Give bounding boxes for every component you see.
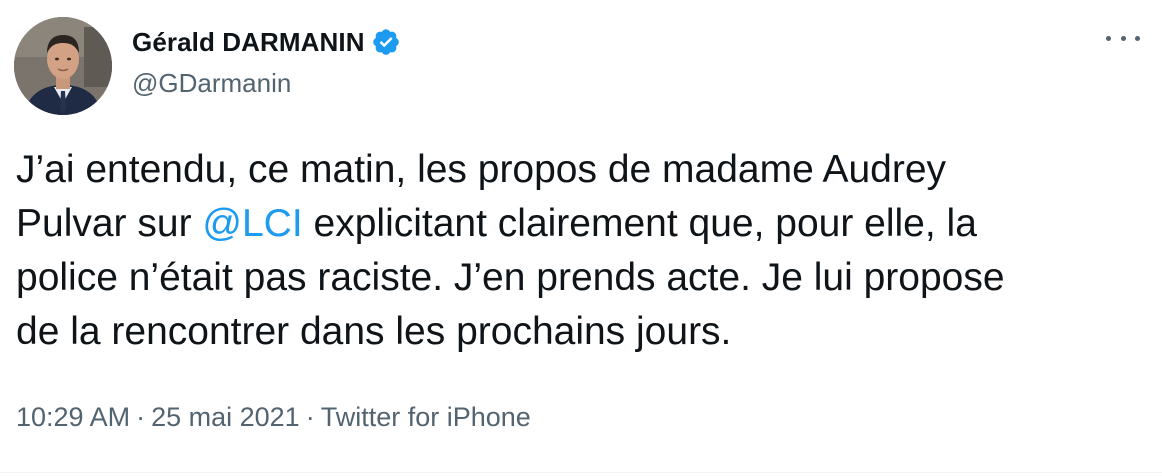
tweet-meta: 10:29 AM · 25 mai 2021 · Twitter for iPhone xyxy=(16,402,531,433)
meta-separator: · xyxy=(305,402,315,432)
tweet-text-line-2-post: explicitant clairement que, pour elle, l… xyxy=(302,202,977,245)
avatar-photo-icon xyxy=(14,17,112,115)
more-dot xyxy=(1106,35,1111,41)
display-name[interactable]: Gérald DARMANIN xyxy=(132,27,365,58)
author-info: Gérald DARMANIN @GDarmanin xyxy=(132,24,401,99)
tweet-source[interactable]: Twitter for iPhone xyxy=(321,402,531,432)
tweet-text-line-2: Pulvar sur @LCI explicitant clairement q… xyxy=(16,197,1146,251)
tweet-text-line-4: de la rencontrer dans les prochains jour… xyxy=(16,310,732,353)
more-dot xyxy=(1135,35,1140,41)
tweet-time[interactable]: 10:29 AM xyxy=(16,402,130,432)
mention-link[interactable]: @LCI xyxy=(202,202,302,245)
tweet-text-line-1: J’ai entendu, ce matin, les propos de ma… xyxy=(16,148,947,191)
tweet-text: J’ai entendu, ce matin, les propos de ma… xyxy=(16,143,1146,359)
tweet-text-line-2-pre: Pulvar sur xyxy=(16,202,203,245)
more-horizontal-icon[interactable] xyxy=(1106,26,1140,50)
divider xyxy=(0,472,1162,473)
name-row: Gérald DARMANIN xyxy=(132,24,401,60)
tweet-card: Gérald DARMANIN @GDarmanin J’ai entendu,… xyxy=(0,0,1162,476)
more-dot xyxy=(1120,35,1126,41)
avatar[interactable] xyxy=(14,17,112,115)
tweet-date[interactable]: 25 mai 2021 xyxy=(151,402,300,432)
tweet-text-line-3: police n’était pas raciste. J’en prends … xyxy=(16,256,1005,299)
meta-separator: · xyxy=(136,402,146,432)
verified-badge-icon xyxy=(372,29,399,55)
user-handle[interactable]: @GDarmanin xyxy=(132,68,401,99)
